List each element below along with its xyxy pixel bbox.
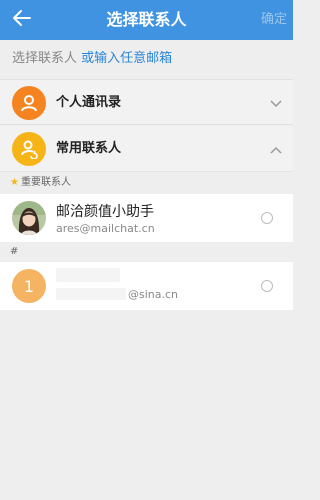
select-radio[interactable]: [261, 280, 273, 292]
avatar: 1: [12, 269, 46, 303]
redacted-email: [56, 288, 126, 300]
section-label-vip: 重要联系人: [20, 177, 71, 188]
recipient-prompt: 选择联系人 或输入任意邮箱: [0, 40, 293, 78]
prompt-label: 选择联系人: [12, 51, 78, 66]
redacted-name: [56, 268, 120, 282]
chevron-up-icon: [269, 142, 283, 156]
group-personal-contacts[interactable]: 个人通讯录: [0, 79, 293, 125]
select-radio[interactable]: [261, 212, 273, 224]
group-label-personal: 个人通讯录: [56, 95, 122, 110]
person-icon: [12, 86, 46, 120]
group-frequent-contacts[interactable]: 常用联系人: [0, 126, 293, 172]
section-header-hash: #: [0, 243, 293, 261]
contact-email: @sina.cn: [128, 288, 179, 301]
top-bar: 选择联系人 确定: [0, 0, 293, 40]
section-header-vip: ★ 重要联系人: [0, 174, 293, 192]
avatar: [12, 201, 46, 235]
contact-email: ares@mailchat.cn: [56, 222, 155, 235]
star-icon: ★: [10, 177, 19, 188]
contact-row[interactable]: 1 @sina.cn: [0, 262, 293, 310]
page-title: 选择联系人: [106, 10, 187, 29]
confirm-button[interactable]: 确定: [261, 0, 287, 40]
group-label-frequent: 常用联系人: [56, 141, 122, 156]
contact-row[interactable]: 邮洽颜值小助手 ares@mailchat.cn: [0, 194, 293, 242]
person-refresh-icon: [12, 132, 46, 166]
contact-name: 邮洽颜值小助手: [56, 204, 154, 220]
chevron-down-icon: [269, 96, 283, 110]
enter-email-link[interactable]: 或输入任意邮箱: [81, 51, 172, 66]
